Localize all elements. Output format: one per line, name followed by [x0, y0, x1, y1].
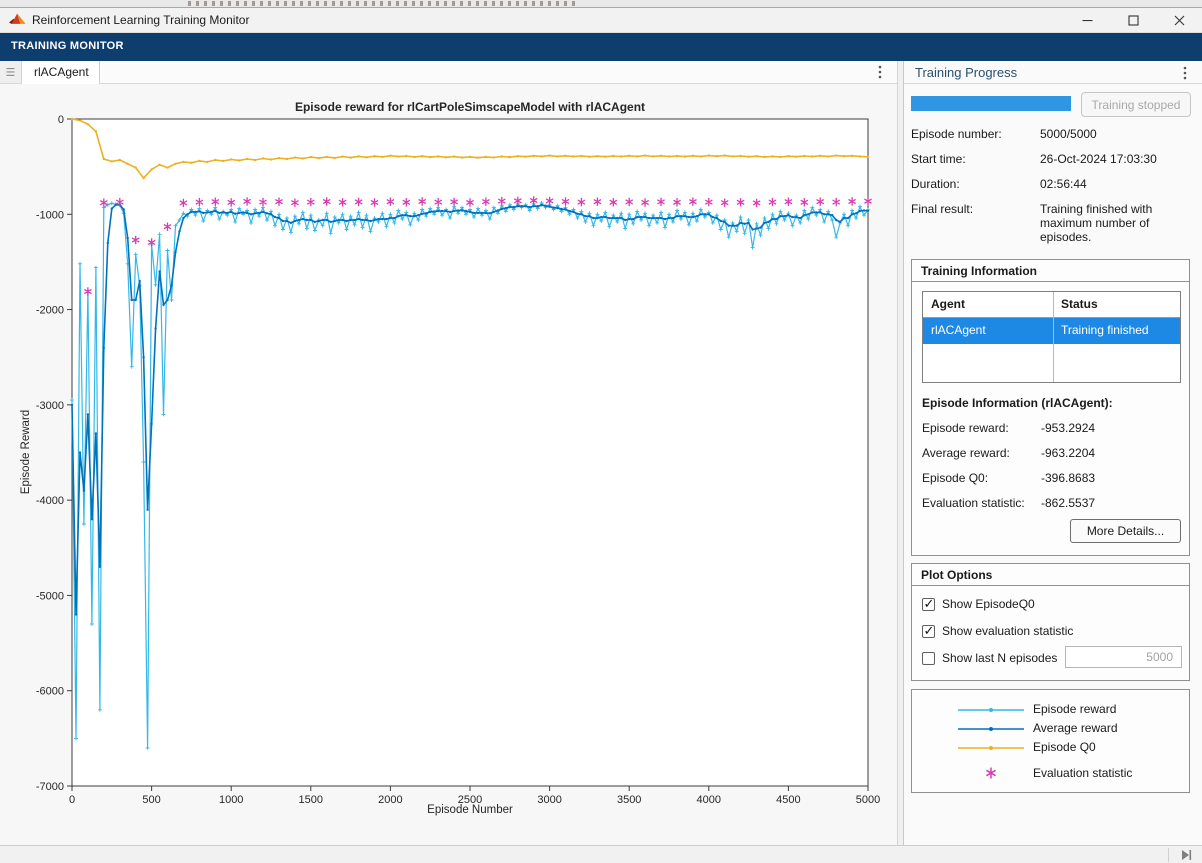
legend-box: Episode reward Average reward Evaluation…	[911, 689, 1190, 793]
field-label: Final result:	[911, 202, 973, 216]
panel-header: Training Progress	[904, 61, 1202, 84]
legend-item-episode-q0: Evaluation statistic Episode Q0	[912, 740, 1189, 756]
close-icon	[1174, 15, 1185, 26]
chart-title: Episode reward for rlCartPoleSimscapeMod…	[72, 100, 868, 114]
table-header-row: Agent Status	[923, 292, 1180, 318]
svg-text:-4000: -4000	[36, 495, 64, 507]
window-titlebar: Reinforcement Learning Training Monitor	[0, 8, 1202, 33]
field-label: Evaluation statistic:	[922, 496, 1025, 510]
kebab-menu-icon	[1183, 66, 1187, 80]
field-value: 5000/5000	[1040, 127, 1192, 141]
minimize-icon	[1082, 15, 1093, 26]
checkbox-icon[interactable]	[922, 598, 935, 611]
legend-label: Evaluation statistic	[1033, 766, 1132, 780]
field-value: 26-Oct-2024 17:03:30	[1040, 152, 1192, 166]
maximize-button[interactable]	[1116, 8, 1150, 33]
x-axis-label: Episode Number	[72, 804, 868, 816]
table-column-divider	[1053, 292, 1054, 382]
field-value: 02:56:44	[1040, 177, 1192, 191]
field-label: Start time:	[911, 152, 966, 166]
status-bar	[0, 845, 1202, 863]
kebab-menu-icon	[878, 65, 882, 79]
field-label: Average reward:	[922, 446, 1010, 460]
document-grip-button[interactable]	[0, 61, 22, 83]
training-information-section: Training Information Agent Status rlACAg…	[911, 259, 1190, 556]
plot-options-header: Plot Options	[912, 564, 1189, 586]
field-label: Duration:	[911, 177, 960, 191]
figure-document: 0500100015002000250030003500400045005000…	[0, 84, 897, 845]
episode-information-header: Episode Information (rlACAgent):	[922, 396, 1113, 410]
legend-label: Episode Q0	[1033, 740, 1096, 754]
svg-text:-7000: -7000	[36, 781, 64, 793]
legend-item-average-reward: Average reward	[912, 721, 1189, 737]
panel-divider[interactable]	[897, 61, 904, 845]
svg-text:-5000: -5000	[36, 590, 64, 602]
training-plot: 0500100015002000250030003500400045005000…	[0, 84, 897, 829]
panel-menu-button[interactable]	[1176, 63, 1194, 83]
tab-rlacagent[interactable]: rlACAgent	[22, 61, 100, 84]
plot-options-section: Plot Options Show EpisodeQ0 Show evaluat…	[911, 563, 1190, 681]
field-label: Episode number:	[911, 127, 1002, 141]
document-tab-menu-button[interactable]	[868, 61, 892, 83]
field-value: -963.2204	[1041, 446, 1095, 460]
more-details-button[interactable]: More Details...	[1070, 519, 1181, 543]
checkbox-label: Show evaluation statistic	[942, 624, 1073, 638]
legend-label: Average reward	[1033, 721, 1118, 735]
field-value: Training finished with maximum number of…	[1040, 202, 1192, 244]
checkbox-label: Show last N episodes	[942, 651, 1057, 665]
legend-item-evaluation-statistic: Evaluation statistic	[912, 766, 1189, 782]
svg-text:0: 0	[58, 114, 64, 126]
checkbox-icon[interactable]	[922, 625, 935, 638]
svg-text:-2000: -2000	[36, 305, 64, 317]
field-value: -396.8683	[1041, 471, 1095, 485]
legend-item-episode-reward: Episode reward	[912, 702, 1189, 718]
last-n-episodes-input[interactable]: 5000	[1065, 646, 1182, 668]
svg-text:-6000: -6000	[36, 686, 64, 698]
window-title: Reinforcement Learning Training Monitor	[32, 13, 249, 27]
average-reward-line-swatch	[956, 723, 1026, 735]
field-value: -953.2924	[1041, 421, 1095, 435]
training-progress-panel: Training stopped Episode number: 5000/50…	[904, 84, 1202, 845]
checkbox-label: Show EpisodeQ0	[942, 597, 1035, 611]
panel-title: Training Progress	[915, 65, 1017, 80]
background-window-text-fragment	[188, 1, 576, 6]
matlab-logo-icon	[9, 12, 26, 28]
field-value: -862.5537	[1041, 496, 1095, 510]
maximize-icon	[1128, 15, 1139, 26]
toolstrip-tab-training-monitor[interactable]: TRAINING MONITOR	[11, 40, 124, 52]
close-button[interactable]	[1162, 8, 1196, 33]
document-tabbar: rlACAgent	[0, 61, 897, 84]
field-label: Episode reward:	[922, 421, 1009, 435]
cell-status: Training finished	[1053, 318, 1180, 344]
minimize-button[interactable]	[1070, 8, 1104, 33]
episode-reward-line-swatch	[956, 704, 1026, 716]
toolstrip: TRAINING MONITOR	[0, 33, 1202, 61]
rl-training-monitor-window: Reinforcement Learning Training Monitor …	[0, 0, 1202, 863]
progress-bar	[911, 96, 1071, 111]
grip-icon	[6, 67, 15, 77]
column-header-status: Status	[1053, 292, 1180, 318]
expand-panel-icon[interactable]	[1179, 849, 1193, 861]
background-window-sliver	[0, 0, 1202, 8]
cell-agent: rlACAgent	[923, 318, 1053, 344]
progress-bar-fill	[911, 96, 1071, 111]
svg-text:-1000: -1000	[36, 209, 64, 221]
y-axis-label: Episode Reward	[20, 352, 36, 552]
table-row[interactable]: rlACAgent Training finished	[923, 318, 1180, 344]
checkbox-icon[interactable]	[922, 652, 935, 665]
column-header-agent: Agent	[923, 292, 1053, 318]
episode-q0-line-swatch	[956, 742, 1026, 754]
legend-label: Episode reward	[1033, 702, 1116, 716]
statusbar-separator	[1168, 848, 1169, 862]
field-label: Episode Q0:	[922, 471, 988, 485]
training-information-header: Training Information	[912, 260, 1189, 282]
training-stopped-button[interactable]: Training stopped	[1081, 92, 1191, 117]
evaluation-statistic-asterisk-swatch	[984, 766, 998, 780]
svg-text:-3000: -3000	[36, 400, 64, 412]
agent-status-table: Agent Status rlACAgent Training finished	[922, 291, 1181, 383]
